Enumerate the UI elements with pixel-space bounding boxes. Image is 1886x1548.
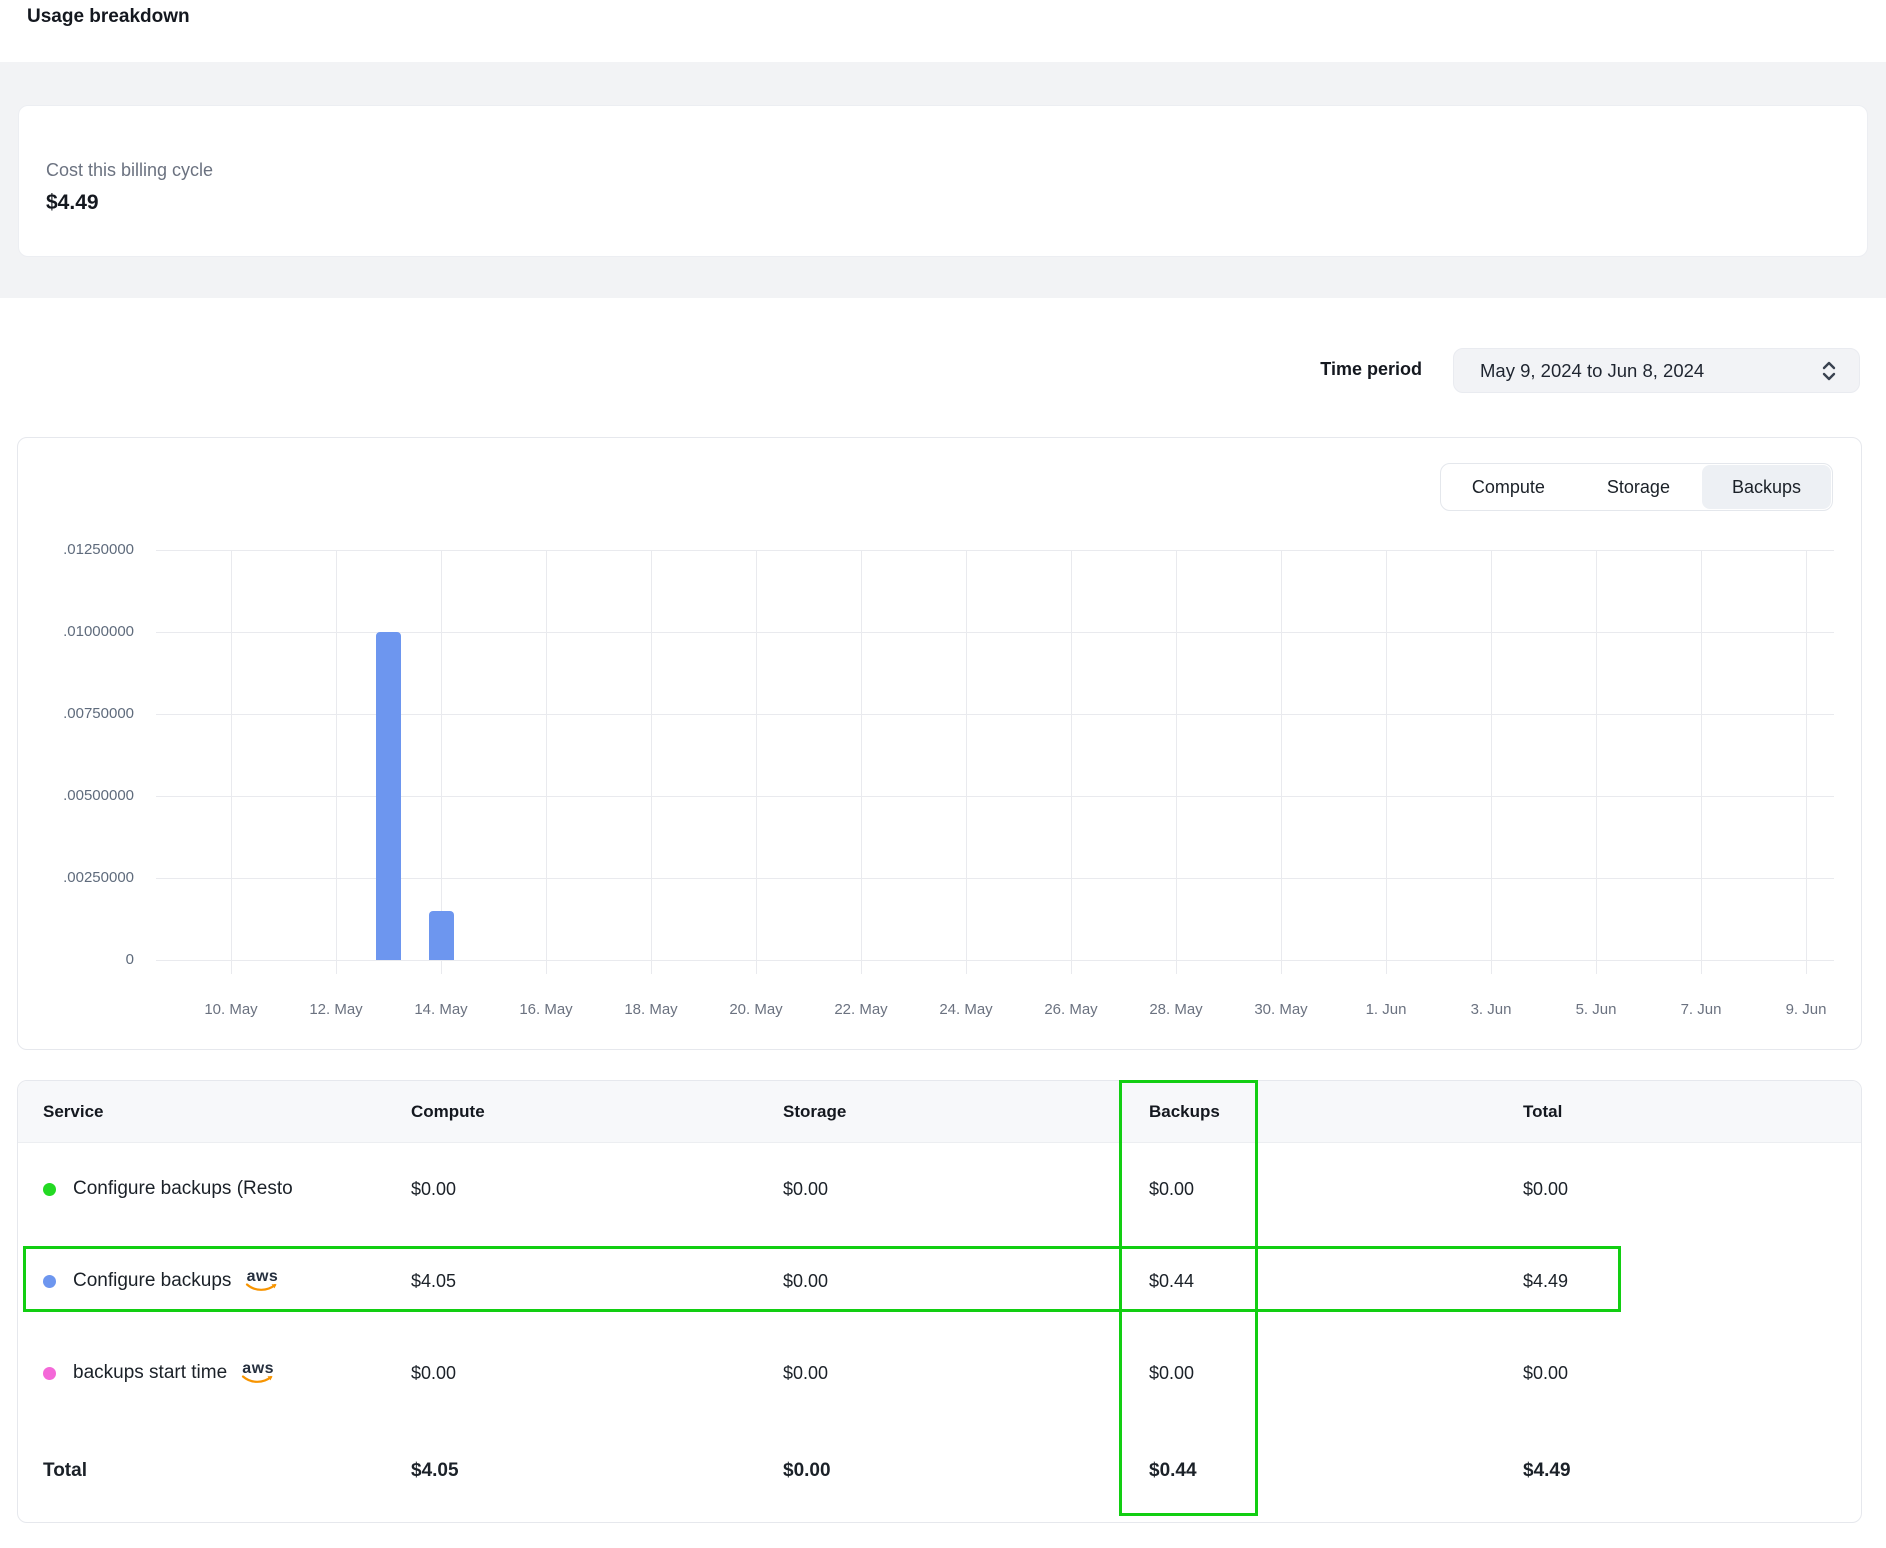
tab-backups[interactable]: Backups (1702, 465, 1831, 509)
chart-gridline-x (1806, 550, 1807, 974)
total-cost: $4.49 (1523, 1271, 1861, 1292)
backups-cost: $0.44 (1149, 1271, 1523, 1292)
service-name: backups start time (73, 1362, 227, 1384)
service-name: Configure backups (73, 1270, 231, 1292)
usage-breakdown-page: Usage breakdown Cost this billing cycle … (0, 0, 1886, 1548)
usage-table: Service Compute Storage Backups Total Co… (17, 1080, 1862, 1523)
chart-x-tick-label: 9. Jun (1758, 1001, 1854, 1018)
column-header-service: Service (18, 1102, 411, 1122)
table-row: Configure backups (Resto $0.00 $0.00 $0.… (18, 1143, 1861, 1235)
billing-cost-card: Cost this billing cycle $4.49 (18, 105, 1868, 257)
backups-total: $0.44 (1149, 1460, 1523, 1482)
chart-gridline-x (1176, 550, 1177, 974)
compute-cost: $4.05 (411, 1271, 783, 1292)
storage-cost: $0.00 (783, 1363, 1149, 1384)
column-header-total: Total (1523, 1102, 1861, 1122)
usage-chart-card: .01250000 .01000000 .00750000 .00500000 .002… (17, 437, 1862, 1050)
chart-gridline-x (231, 550, 232, 974)
select-chevron-updown-icon (1821, 360, 1837, 382)
chart-gridline-x (966, 550, 967, 974)
backups-cost: $0.00 (1149, 1363, 1523, 1384)
service-name: Configure backups (Resto (73, 1178, 293, 1200)
chart-gridline-y (156, 550, 1834, 551)
chart-x-tick-label: 14. May (393, 1001, 489, 1018)
chart-x-tick-label: 26. May (1023, 1001, 1119, 1018)
chart-x-tick-label: 20. May (708, 1001, 804, 1018)
chart-gridline-x (756, 550, 757, 974)
compute-cost: $0.00 (411, 1179, 783, 1200)
table-row-highlighted: Configure backups aws $4.05 $0.00 $0.44 … (18, 1235, 1861, 1327)
billing-cost-value: $4.49 (46, 191, 1867, 215)
chart-x-tick-label: 5. Jun (1548, 1001, 1644, 1018)
chart-x-tick-label: 3. Jun (1443, 1001, 1539, 1018)
chart-bar[interactable] (376, 632, 401, 960)
chart-gridline-y (156, 960, 1834, 961)
table-row: backups start time aws $0.00 $0.00 $0.00… (18, 1327, 1861, 1419)
chart-x-tick-label: 22. May (813, 1001, 909, 1018)
compute-total: $4.05 (411, 1460, 783, 1482)
legend-dot-blue (43, 1275, 56, 1288)
storage-cost: $0.00 (783, 1271, 1149, 1292)
chart-y-tick-label: .00500000 (18, 787, 134, 804)
chart-x-tick-label: 18. May (603, 1001, 699, 1018)
chart-gridline-y (156, 878, 1834, 879)
chart-gridline-x (336, 550, 337, 974)
chart-gridline-y (156, 796, 1834, 797)
chart-gridline-y (156, 714, 1834, 715)
compute-cost: $0.00 (411, 1363, 783, 1384)
time-period-select[interactable]: May 9, 2024 to Jun 8, 2024 (1453, 348, 1860, 393)
legend-dot-pink (43, 1367, 56, 1380)
chart-y-tick-label: .01250000 (18, 541, 134, 558)
chart-gridline-x (861, 550, 862, 974)
chart-gridline-y (156, 632, 1834, 633)
aws-logo-icon: aws (241, 1362, 275, 1385)
chart-plot: .01250000 .01000000 .00750000 .00500000 .002… (18, 438, 1861, 1049)
grand-total: $4.49 (1523, 1460, 1861, 1482)
chart-metric-tabs: Compute Storage Backups (1440, 463, 1833, 511)
tab-storage[interactable]: Storage (1577, 465, 1700, 509)
billing-summary-band: Cost this billing cycle $4.49 (0, 62, 1886, 298)
total-row-label: Total (18, 1460, 411, 1482)
time-period-value: May 9, 2024 to Jun 8, 2024 (1480, 360, 1821, 382)
legend-dot-green (43, 1183, 56, 1196)
column-header-backups: Backups (1149, 1102, 1523, 1122)
chart-x-tick-label: 12. May (288, 1001, 384, 1018)
chart-bar[interactable] (429, 911, 454, 960)
chart-gridline-x (1386, 550, 1387, 974)
storage-cost: $0.00 (783, 1179, 1149, 1200)
tab-compute[interactable]: Compute (1442, 465, 1575, 509)
chart-x-tick-label: 28. May (1128, 1001, 1224, 1018)
chart-gridline-x (1491, 550, 1492, 974)
chart-y-tick-label: .00750000 (18, 705, 134, 722)
chart-gridline-x (546, 550, 547, 974)
chart-x-tick-label: 16. May (498, 1001, 594, 1018)
total-cost: $0.00 (1523, 1363, 1861, 1384)
chart-gridline-x (1281, 550, 1282, 974)
chart-x-tick-label: 30. May (1233, 1001, 1329, 1018)
page-title: Usage breakdown (27, 6, 190, 28)
chart-y-tick-label: .01000000 (18, 623, 134, 640)
chart-gridline-x (1071, 550, 1072, 974)
aws-logo-icon: aws (245, 1270, 279, 1293)
chart-x-tick-label: 24. May (918, 1001, 1014, 1018)
column-header-storage: Storage (783, 1102, 1149, 1122)
chart-gridline-x (651, 550, 652, 974)
total-cost: $0.00 (1523, 1179, 1861, 1200)
column-header-compute: Compute (411, 1102, 783, 1122)
chart-gridline-x (1596, 550, 1597, 974)
chart-y-tick-label: 0 (18, 951, 134, 968)
chart-y-tick-label: .00250000 (18, 869, 134, 886)
chart-gridline-x (1701, 550, 1702, 974)
table-header-row: Service Compute Storage Backups Total (18, 1081, 1861, 1143)
time-period-row: Time period May 9, 2024 to Jun 8, 2024 (0, 348, 1886, 393)
chart-x-tick-label: 10. May (183, 1001, 279, 1018)
chart-x-tick-label: 7. Jun (1653, 1001, 1749, 1018)
chart-x-tick-label: 1. Jun (1338, 1001, 1434, 1018)
table-total-row: Total $4.05 $0.00 $0.44 $4.49 (18, 1419, 1861, 1522)
storage-total: $0.00 (783, 1460, 1149, 1482)
billing-cost-label: Cost this billing cycle (46, 160, 1867, 182)
backups-cost: $0.00 (1149, 1179, 1523, 1200)
time-period-label: Time period (1320, 359, 1422, 380)
